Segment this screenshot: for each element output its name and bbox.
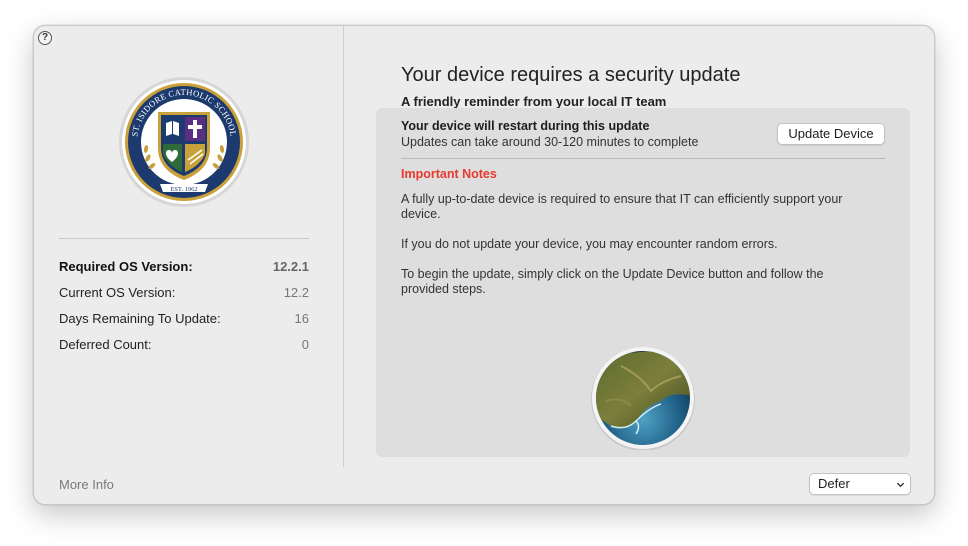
current-os-row: Current OS Version: 12.2: [59, 285, 309, 311]
days-remaining-row: Days Remaining To Update: 16: [59, 311, 309, 337]
note-paragraph: If you do not update your device, you ma…: [401, 237, 778, 251]
info-divider: [59, 238, 309, 239]
macos-monterey-icon: [591, 347, 695, 450]
days-remaining-label: Days Remaining To Update:: [59, 311, 221, 326]
update-window: ? ST. ISIDORE CATHOLIC SCHOOL EST. 1962 …: [33, 25, 935, 505]
current-os-label: Current OS Version:: [59, 285, 176, 300]
restart-subtitle: Updates can take around 30-120 minutes t…: [401, 135, 699, 149]
defer-dropdown[interactable]: Defer: [809, 473, 911, 495]
more-info-button[interactable]: More Info: [59, 477, 114, 492]
svg-text:EST. 1962: EST. 1962: [170, 186, 197, 193]
panel-divider: [343, 26, 344, 467]
important-notes-heading: Important Notes: [401, 167, 497, 181]
help-button[interactable]: ?: [38, 31, 52, 45]
required-os-row: Required OS Version: 12.2.1: [59, 259, 309, 285]
required-os-value: 12.2.1: [272, 259, 309, 274]
question-circle-icon: ?: [41, 32, 49, 43]
defer-selected-value: Defer: [818, 476, 850, 491]
note-paragraph: To begin the update, simply click on the…: [401, 267, 824, 296]
deferred-count-label: Deferred Count:: [59, 337, 152, 352]
page-subtitle: A friendly reminder from your local IT t…: [401, 94, 667, 109]
deferred-count-value: 0: [301, 337, 309, 352]
deferred-count-row: Deferred Count: 0: [59, 337, 309, 363]
update-details-panel: Your device will restart during this upd…: [376, 108, 910, 457]
details-divider: [401, 158, 885, 159]
note-paragraph: A fully up-to-date device is required to…: [401, 192, 843, 221]
school-logo: ST. ISIDORE CATHOLIC SCHOOL EST. 1962: [119, 77, 249, 207]
chevron-down-icon: [896, 482, 905, 488]
current-os-value: 12.2: [283, 285, 309, 300]
required-os-label: Required OS Version:: [59, 259, 193, 274]
days-remaining-value: 16: [294, 311, 309, 326]
os-info-list: Required OS Version: 12.2.1 Current OS V…: [59, 259, 309, 363]
restart-title: Your device will restart during this upd…: [401, 119, 650, 133]
update-device-button[interactable]: Update Device: [777, 123, 885, 145]
page-title: Your device requires a security update: [401, 64, 741, 86]
